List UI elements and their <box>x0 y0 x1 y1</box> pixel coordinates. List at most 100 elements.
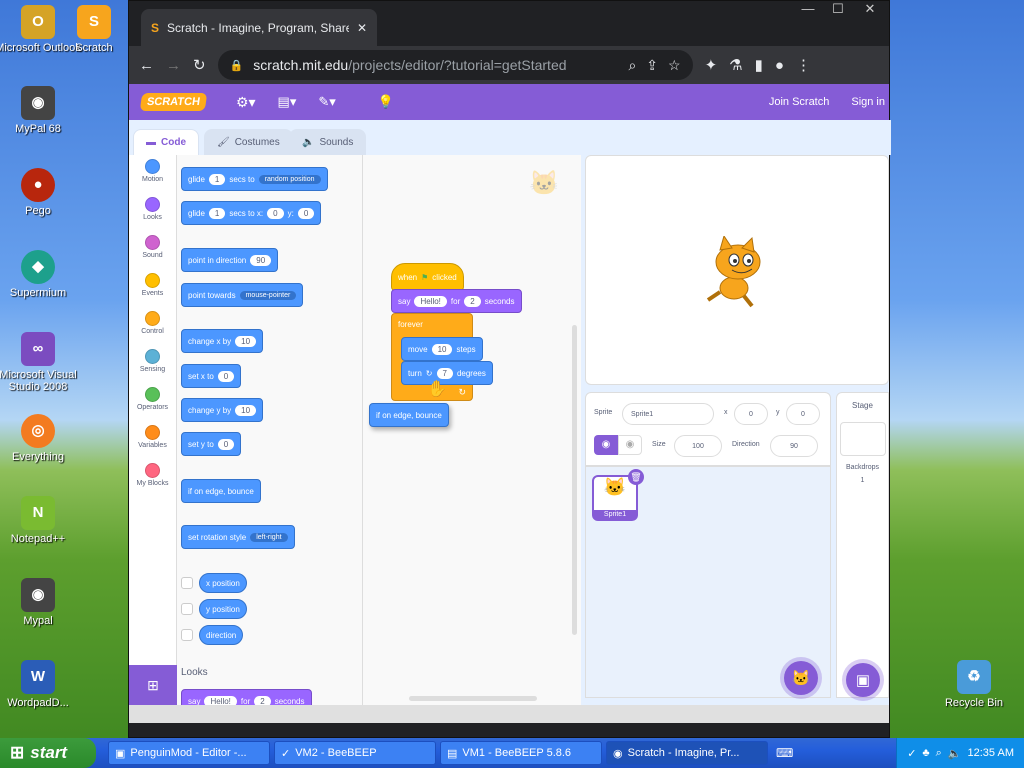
reporter-direction[interactable]: direction <box>199 625 244 645</box>
sprite-direction-field[interactable]: 90 <box>770 435 818 457</box>
menu-kebab-icon[interactable]: ⋮ <box>796 56 811 74</box>
block-when-flag-clicked[interactable]: when ⚑ clicked <box>391 263 464 291</box>
tab-code[interactable]: ▬ Code <box>133 129 199 155</box>
choose-sprite-button[interactable]: 🐱 <box>784 661 818 695</box>
category-operators[interactable]: Operators <box>129 387 176 421</box>
direction-checkbox[interactable] <box>181 629 193 641</box>
tab-title: Scratch - Imagine, Program, Share <box>167 20 349 35</box>
desktop-icon-supermium[interactable]: ◆ Supermium <box>0 250 86 299</box>
close-window-icon[interactable]: ✕ <box>855 1 885 19</box>
start-button[interactable]: ⊞ start <box>0 738 96 768</box>
join-scratch-link[interactable]: Join Scratch <box>769 96 830 108</box>
category-variables[interactable]: Variables <box>129 425 176 459</box>
tutorials-bulb-icon[interactable]: 💡 <box>378 94 394 110</box>
tray-volume-icon[interactable]: 🔈 <box>948 747 962 760</box>
desktop-icon-wordpad[interactable]: W WordpadD... <box>0 660 86 709</box>
stage-canvas[interactable] <box>585 155 889 385</box>
keyboard-icon[interactable]: ⌨ <box>776 746 793 760</box>
show-visible-eye-icon[interactable]: ◉ <box>594 435 618 455</box>
block-say-for-secs[interactable]: say Hello! for 2 seconds <box>181 689 312 705</box>
block-glide-xy[interactable]: glide 1 secs to x: 0 y: 0 <box>181 201 322 225</box>
block-move-steps[interactable]: move 10 steps <box>401 337 483 361</box>
reporter-x-position[interactable]: x position <box>199 573 247 593</box>
block-set-rotation-style[interactable]: set rotation style left-right <box>181 525 295 549</box>
browser-horizontal-scrollbar[interactable] <box>129 705 889 723</box>
delete-sprite-icon[interactable]: 🗑 <box>628 469 644 485</box>
tab-sounds[interactable]: 🔈 Sounds <box>289 129 367 155</box>
desktop-icon-everything[interactable]: ◎ Everything <box>0 414 86 463</box>
y-position-checkbox[interactable] <box>181 603 193 615</box>
clock[interactable]: 12:35 AM <box>968 747 1014 759</box>
category-control[interactable]: Control <box>129 311 176 345</box>
block-point-in-direction[interactable]: point in direction 90 <box>181 248 279 272</box>
scratch-cat-sprite[interactable] <box>704 236 774 308</box>
desktop-icon-mypal68[interactable]: ◉ MyPal 68 <box>0 86 86 135</box>
profile-avatar-icon[interactable]: ● <box>775 57 784 74</box>
taskbar-item-penguinmod[interactable]: ▣ PenguinMod - Editor -... <box>108 741 270 765</box>
block-glide-random[interactable]: glide 1 secs to random position <box>181 167 328 191</box>
category-sound[interactable]: Sound <box>129 235 176 269</box>
block-point-towards[interactable]: point towards mouse-pointer <box>181 283 304 307</box>
sprite-x-field[interactable]: 0 <box>734 403 768 425</box>
settings-gear-icon[interactable]: ⚙▾ <box>236 94 256 111</box>
back-icon[interactable]: ← <box>139 57 154 74</box>
block-change-x[interactable]: change x by 10 <box>181 329 264 353</box>
hide-eye-icon[interactable]: ◉ <box>618 435 642 455</box>
tray-search-icon[interactable]: ⌕ <box>936 747 942 760</box>
desktop-icon-notepadpp[interactable]: N Notepad++ <box>0 496 86 545</box>
tray-network-icon[interactable]: ✓ <box>907 747 916 760</box>
browser-tab-scratch[interactable]: S Scratch - Imagine, Program, Share ✕ <box>141 9 377 46</box>
labs-flask-icon[interactable]: ⚗ <box>729 56 742 74</box>
x-position-checkbox[interactable] <box>181 577 193 589</box>
desktop-icon-mypal[interactable]: ◉ Mypal <box>0 578 86 627</box>
category-motion[interactable]: Motion <box>129 159 176 193</box>
category-my-blocks[interactable]: My Blocks <box>129 463 176 497</box>
desktop-icon-visual-studio[interactable]: ∞ Microsoft Visual Studio 2008 <box>0 332 86 393</box>
forward-icon[interactable]: → <box>166 57 181 74</box>
side-panel-icon[interactable]: ▮ <box>755 56 763 74</box>
choose-backdrop-button[interactable]: ▣ <box>846 663 880 697</box>
block-if-on-edge-bounce[interactable]: if on edge, bounce <box>181 479 261 503</box>
category-dot-icon <box>145 463 160 478</box>
extensions-button[interactable]: ⊞ <box>129 665 177 705</box>
script-area[interactable]: 🐱 when ⚑ clicked say Hello! for 2 seconds fore… <box>363 155 691 705</box>
taskbar-item-vm1-beebeep[interactable]: ▤ VM1 - BeeBEEP 5.8.6 <box>440 741 602 765</box>
sign-in-link[interactable]: Sign in <box>851 96 885 108</box>
category-events[interactable]: Events <box>129 273 176 307</box>
maximize-icon[interactable]: ☐ <box>823 1 853 19</box>
dragged-block-bounce[interactable]: if on edge, bounce <box>369 403 449 427</box>
block-set-y[interactable]: set y to 0 <box>181 432 242 456</box>
vertical-scrollbar[interactable] <box>572 325 577 635</box>
desktop-icon-pego[interactable]: ● Pego <box>0 168 86 217</box>
desktop-icon-scratch[interactable]: S Scratch <box>64 5 124 54</box>
share-icon[interactable]: ⇪ <box>646 57 658 74</box>
zoom-search-icon[interactable]: ⌕ <box>628 57 636 74</box>
taskbar-item-vm2-beebeep[interactable]: ✓ VM2 - BeeBEEP <box>274 741 436 765</box>
file-menu-icon[interactable]: ▤▾ <box>278 94 297 110</box>
stage-selector[interactable]: Stage Backdrops 1 ▣ <box>836 392 889 698</box>
reload-icon[interactable]: ↻ <box>193 56 206 74</box>
edit-menu-icon[interactable]: ✎▾ <box>318 94 335 110</box>
url-field[interactable]: 🔒 scratch.mit.edu/projects/editor/?tutor… <box>217 50 693 80</box>
sprite-y-field[interactable]: 0 <box>786 403 820 425</box>
minimize-icon[interactable]: — <box>793 1 823 19</box>
block-set-x[interactable]: set x to 0 <box>181 364 242 388</box>
category-sensing[interactable]: Sensing <box>129 349 176 383</box>
sprite-name-field[interactable]: Sprite1 <box>622 403 714 425</box>
reporter-y-position[interactable]: y position <box>199 599 247 619</box>
tray-sound-icon[interactable]: ♣ <box>922 747 929 759</box>
bookmark-star-icon[interactable]: ☆ <box>668 57 681 74</box>
sprite-size-field[interactable]: 100 <box>674 435 722 457</box>
block-change-y[interactable]: change y by 10 <box>181 398 264 422</box>
block-say-hello[interactable]: say Hello! for 2 seconds <box>391 289 522 313</box>
desktop-icon-recycle-bin[interactable]: ♻ Recycle Bin <box>926 660 1022 709</box>
close-tab-icon[interactable]: ✕ <box>357 21 367 35</box>
category-dot-icon <box>145 311 160 326</box>
backdrop-thumbnail[interactable] <box>839 422 886 456</box>
extensions-icon[interactable]: ✦ <box>705 56 718 74</box>
taskbar-item-scratch[interactable]: ◉ Scratch - Imagine, Pr... <box>606 741 768 765</box>
scratch-logo[interactable]: SCRATCH <box>139 93 208 111</box>
tab-costumes[interactable]: 🖌 Costumes <box>204 129 293 155</box>
horizontal-scrollbar[interactable] <box>409 696 537 701</box>
category-looks[interactable]: Looks <box>129 197 176 231</box>
